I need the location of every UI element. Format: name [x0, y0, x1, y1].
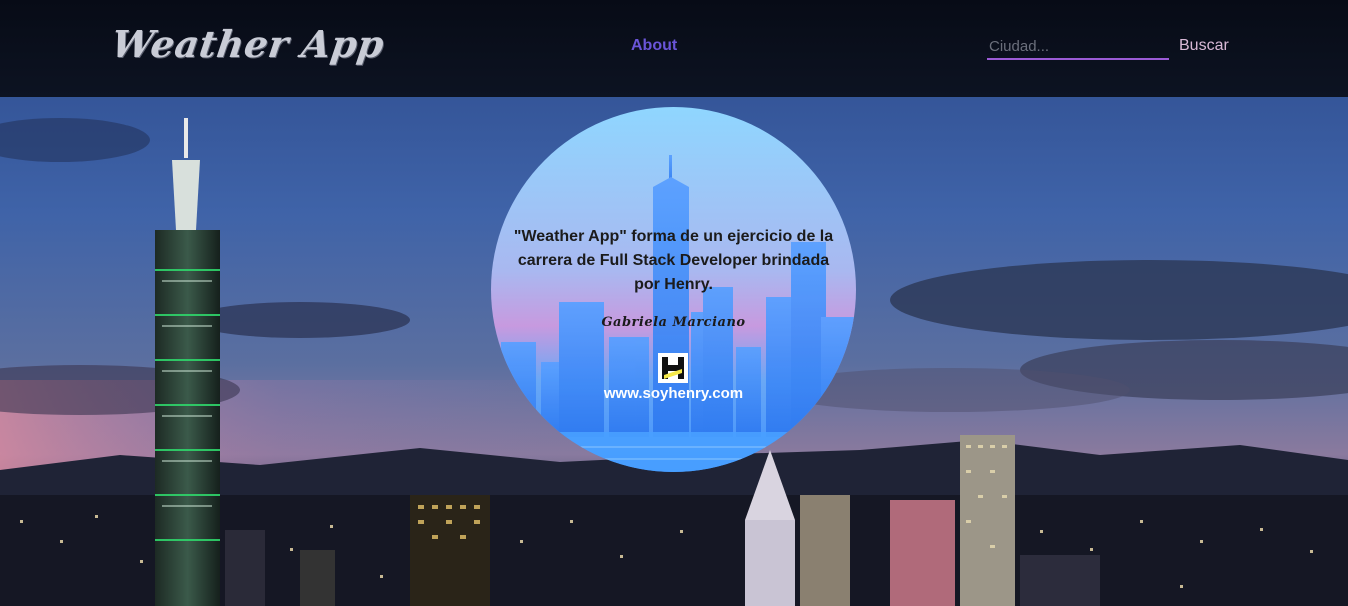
about-description: "Weather App" forma de un ejercicio de l…: [513, 228, 834, 293]
city-search-input[interactable]: [987, 34, 1169, 60]
about-card: "Weather App" forma de un ejercicio de l…: [491, 107, 856, 472]
author-signature: Gabriela Marciano: [601, 315, 746, 330]
henry-website-link[interactable]: www.soyhenry.com: [491, 385, 856, 402]
henry-logo-icon: [658, 353, 688, 383]
navbar: Weather App About Buscar: [0, 0, 1348, 97]
search-button[interactable]: Buscar: [1179, 37, 1229, 55]
brand-logo[interactable]: Weather App: [109, 22, 387, 66]
nav-link-about[interactable]: About: [631, 37, 677, 55]
